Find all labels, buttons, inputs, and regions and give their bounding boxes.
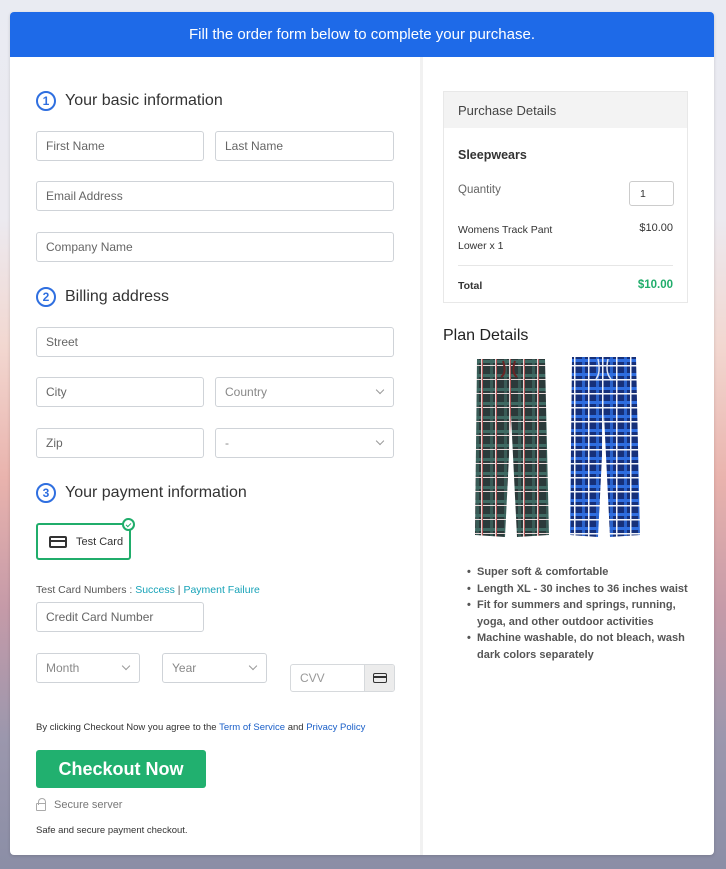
purchase-details-box: Purchase Details Sleepwears Quantity 1 W… — [443, 91, 688, 303]
country-select-value: Country — [225, 385, 268, 399]
zip-input[interactable]: Zip — [36, 428, 204, 458]
form-column: 1 Your basic information First Name Last… — [10, 57, 420, 855]
privacy-link[interactable]: Privacy Policy — [306, 722, 365, 733]
section-payment: 3 Your payment information — [36, 483, 247, 503]
purchase-details-heading: Purchase Details — [444, 92, 687, 128]
success-link[interactable]: Success — [135, 584, 175, 596]
company-input[interactable]: Company Name — [36, 232, 394, 262]
plan-details-title: Plan Details — [443, 327, 529, 344]
summary-divider — [458, 265, 673, 266]
chevron-down-icon — [248, 661, 258, 671]
year-select-value: Year — [172, 661, 197, 675]
step-number-icon: 3 — [36, 483, 56, 503]
test-numbers-label: Test Card Numbers : — [36, 584, 136, 596]
plan-features-list: Super soft & comfortable Length XL - 30 … — [467, 564, 707, 663]
check-circle-icon — [122, 518, 135, 531]
country-select[interactable]: Country — [215, 377, 394, 407]
checkout-now-button[interactable]: Checkout Now — [36, 750, 206, 788]
feature-item: Super soft & comfortable — [467, 564, 707, 581]
section-billing: 2 Billing address — [36, 287, 169, 307]
product-image-green-plaid-pants — [475, 359, 549, 537]
payment-failure-link[interactable]: Payment Failure — [183, 584, 259, 596]
section-title: Billing address — [65, 288, 170, 305]
section-title: Your basic information — [65, 92, 223, 109]
section-title: Your payment information — [65, 484, 247, 501]
first-name-input[interactable]: First Name — [36, 131, 204, 161]
city-input[interactable]: City — [36, 377, 204, 407]
secure-server-note: Secure server — [36, 798, 123, 811]
secure-server-label: Secure server — [54, 799, 123, 811]
step-number-icon: 1 — [36, 91, 56, 111]
chevron-down-icon — [121, 661, 131, 671]
total-value: $10.00 — [637, 279, 673, 291]
total-label: Total — [458, 280, 483, 292]
feature-item: Machine washable, do not bleach, wash da… — [467, 630, 707, 663]
cvv-input[interactable]: CVV — [291, 665, 364, 691]
terms-link[interactable]: Term of Service — [219, 722, 285, 733]
chevron-down-icon — [375, 385, 385, 395]
quantity-input[interactable]: 1 — [629, 181, 674, 206]
payment-method-label: Test Card — [76, 535, 124, 548]
payment-method-test-card[interactable]: Test Card — [36, 518, 135, 560]
email-input[interactable]: Email Address — [36, 181, 394, 211]
feature-item: Length XL - 30 inches to 36 inches waist — [467, 581, 707, 598]
cvv-input-group[interactable]: CVV — [290, 664, 395, 692]
safe-checkout-text: Safe and secure payment checkout. — [36, 825, 188, 836]
summary-column: Purchase Details Sleepwears Quantity 1 W… — [423, 57, 714, 855]
month-select-value: Month — [46, 661, 80, 675]
credit-card-icon — [372, 673, 387, 683]
lock-icon — [36, 798, 46, 811]
month-select[interactable]: Month — [36, 653, 140, 683]
year-select[interactable]: Year — [162, 653, 267, 683]
product-image-blue-plaid-pants — [570, 357, 640, 537]
state-select[interactable]: - — [215, 428, 394, 458]
section-basic-info: 1 Your basic information — [36, 91, 223, 111]
card-number-input[interactable]: Credit Card Number — [36, 602, 204, 632]
last-name-input[interactable]: Last Name — [215, 131, 394, 161]
header-banner: Fill the order form below to complete yo… — [10, 12, 714, 57]
credit-card-icon — [49, 535, 67, 548]
chevron-down-icon — [375, 436, 385, 446]
order-form-card: Fill the order form below to complete yo… — [10, 12, 714, 855]
line-item-name: Womens Track Pant Lower x 1 — [458, 224, 553, 252]
quantity-label: Quantity — [458, 184, 501, 196]
feature-item: Fit for summers and springs, running, yo… — [467, 597, 707, 630]
agreement-and: and — [285, 722, 307, 733]
street-input[interactable]: Street — [36, 327, 394, 357]
agreement-text: By clicking Checkout Now you agree to th… — [36, 722, 365, 733]
line-item-price: $10.00 — [639, 222, 673, 234]
agreement-prefix: By clicking Checkout Now you agree to th… — [36, 722, 220, 733]
state-select-value: - — [225, 436, 229, 450]
test-card-numbers: Test Card Numbers : Success | Payment Fa… — [36, 584, 260, 596]
cvv-addon — [364, 665, 394, 691]
step-number-icon: 2 — [36, 287, 56, 307]
product-name: Sleepwears — [458, 148, 527, 162]
